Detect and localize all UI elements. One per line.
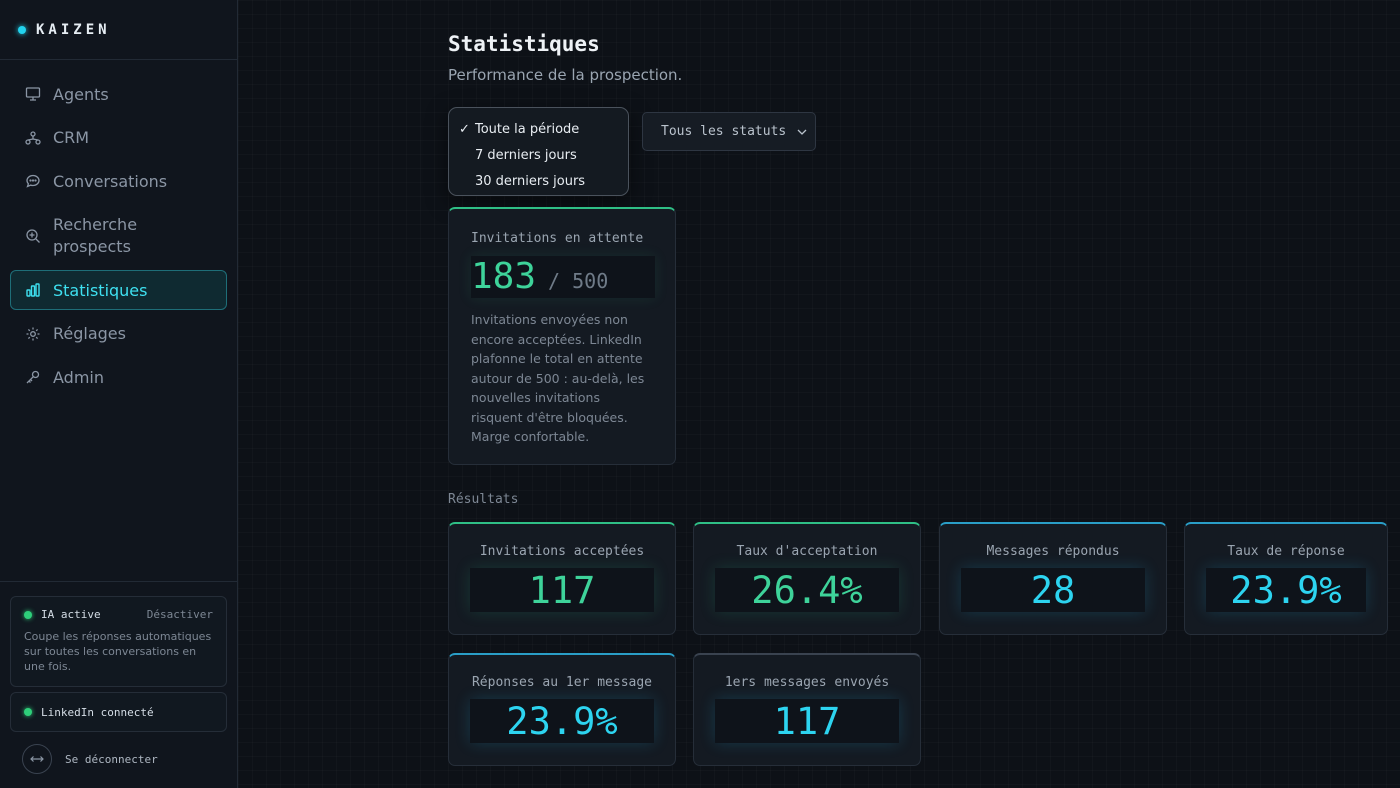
stat-value: 117 — [470, 568, 654, 612]
stat-card-1ers-messages-envoyes: 1ers messages envoyés 117 — [693, 653, 921, 766]
stat-card-taux-reponse: Taux de réponse 23.9% — [1184, 522, 1388, 635]
stat-value: 117 — [715, 699, 899, 743]
pending-description: Invitations envoyées non encore acceptée… — [471, 312, 645, 444]
sidebar-item-reglages[interactable]: Réglages — [10, 314, 227, 354]
sidebar-item-label: Conversations — [53, 171, 168, 191]
period-option-label: 7 derniers jours — [475, 147, 577, 163]
key-icon — [25, 369, 41, 385]
checkmark-icon: ✓ — [459, 121, 470, 137]
pending-value-box: 183 / 500 — [471, 256, 655, 298]
page-subtitle: Performance de la prospection. — [448, 66, 683, 84]
sidebar: KAIZEN Agents CRM Conversations Recherch… — [0, 0, 238, 788]
results-section-label: Résultats — [448, 492, 519, 507]
sidebar-item-label: Réglages — [53, 324, 126, 343]
ia-status: IA active — [24, 608, 101, 621]
brand-name: KAIZEN — [36, 21, 111, 38]
network-icon — [25, 130, 41, 146]
sidebar-item-label: Admin — [53, 367, 104, 387]
linkedin-status-card: LinkedIn connecté — [10, 692, 227, 732]
stat-value: 23.9% — [1206, 568, 1366, 612]
sidebar-item-label: Recherche prospects — [53, 214, 138, 256]
pending-value: 183 — [471, 256, 537, 297]
sidebar-item-crm[interactable]: CRM — [10, 118, 227, 158]
stat-value: 26.4% — [715, 568, 899, 612]
sidebar-item-statistiques[interactable]: Statistiques — [10, 270, 227, 310]
logout-button[interactable]: Se déconnecter — [10, 744, 227, 774]
status-dot-icon — [24, 610, 32, 619]
status-filter-select[interactable]: Tous les statuts — [642, 112, 816, 151]
card-label: Invitations en attente — [471, 231, 644, 246]
period-option-all[interactable]: ✓ Toute la période — [449, 116, 628, 142]
card-label: Taux d'acceptation — [736, 544, 878, 559]
status-filter-value: Tous les statuts — [661, 124, 787, 139]
brand: KAIZEN — [0, 0, 237, 60]
ia-status-card: IA active Désactiver Coupe les réponses … — [10, 596, 227, 687]
sidebar-item-admin[interactable]: Admin — [10, 357, 227, 397]
period-option-30-days[interactable]: 30 derniers jours — [449, 168, 628, 194]
card-label: Invitations acceptées — [479, 544, 645, 559]
search-plus-icon — [25, 228, 41, 244]
sidebar-item-conversations[interactable]: Conversations — [10, 161, 227, 201]
sidebar-footer: IA active Désactiver Coupe les réponses … — [0, 581, 237, 788]
stat-card-messages-repondus: Messages répondus 28 — [939, 522, 1167, 635]
sidebar-item-label: Statistiques — [53, 280, 148, 300]
stat-value: 28 — [961, 568, 1145, 612]
stat-card-taux-acceptation: Taux d'acceptation 26.4% — [693, 522, 921, 635]
card-label: 1ers messages envoyés — [724, 675, 890, 690]
monitor-icon — [25, 86, 41, 102]
sidebar-item-recherche-prospects[interactable]: Recherche prospects — [10, 205, 227, 267]
linkedin-status-label: LinkedIn connecté — [41, 705, 154, 719]
stat-value: 23.9% — [470, 699, 654, 743]
pending-max: / 500 — [548, 269, 609, 293]
logout-label: Se déconnecter — [65, 752, 158, 766]
sidebar-item-label: CRM — [53, 128, 90, 147]
period-option-label: 30 derniers jours — [475, 173, 586, 189]
card-label: Messages répondus — [986, 544, 1120, 559]
period-dropdown-menu: ✓ Toute la période 7 derniers jours 30 d… — [448, 107, 629, 196]
ia-status-row: IA active Désactiver — [24, 608, 213, 621]
chevron-down-icon — [797, 124, 807, 139]
sidebar-item-agents[interactable]: Agents — [10, 74, 227, 114]
sidebar-nav: Agents CRM Conversations Recherche prosp… — [0, 60, 237, 397]
period-option-label: Toute la période — [475, 121, 580, 137]
stat-card-reponses-1er-message: Réponses au 1er message 23.9% — [448, 653, 676, 766]
stat-card-invitations-acceptees: Invitations acceptées 117 — [448, 522, 676, 635]
pending-invitations-card: Invitations en attente 183 / 500 Invitat… — [448, 207, 676, 465]
ia-status-label: IA active — [41, 608, 101, 621]
card-label: Réponses au 1er message — [471, 675, 652, 690]
card-label: Taux de réponse — [1227, 544, 1345, 559]
brand-dot-icon — [18, 25, 26, 34]
ia-description: Coupe les réponses automatiques sur tout… — [24, 630, 212, 673]
gear-icon — [25, 326, 41, 342]
logout-arrows-icon — [22, 744, 52, 774]
period-option-7-days[interactable]: 7 derniers jours — [449, 142, 628, 168]
page-title: Statistiques — [448, 32, 600, 56]
sidebar-item-label: Agents — [53, 84, 109, 104]
ia-disable-button[interactable]: Désactiver — [147, 608, 213, 621]
bar-chart-icon — [25, 282, 41, 298]
status-dot-icon — [24, 708, 32, 716]
chat-bubble-icon — [25, 173, 41, 189]
